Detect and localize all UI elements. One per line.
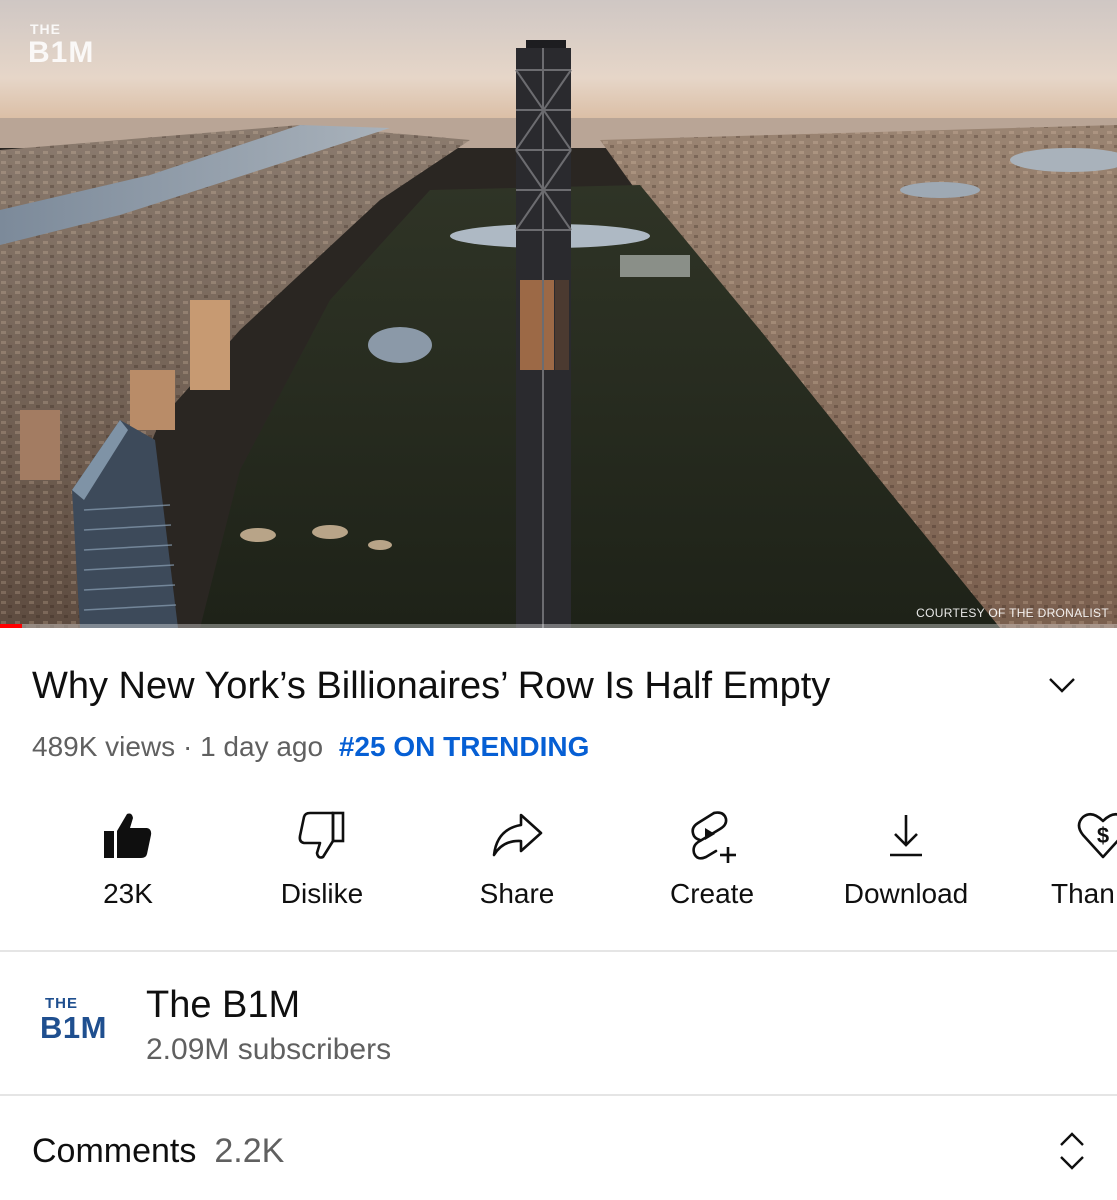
- create-label: Create: [669, 878, 755, 909]
- like-count: 23K: [103, 878, 153, 909]
- trending-badge[interactable]: #25 ON TRENDING: [339, 731, 590, 762]
- comments-label: Comments: [32, 1132, 197, 1170]
- comments-expand-button[interactable]: [1054, 1130, 1090, 1172]
- upload-age: 1 day ago: [200, 731, 324, 762]
- channel-name[interactable]: The B1M: [146, 982, 300, 1028]
- expand-collapse-icon: [1060, 1132, 1084, 1170]
- expand-description-button[interactable]: [1045, 668, 1079, 702]
- video-player[interactable]: THE B1M COURTESY OF THE DRONALIST: [0, 0, 1117, 628]
- share-icon-wrap: [427, 805, 607, 869]
- channel-avatar[interactable]: THE B1M: [40, 996, 110, 1056]
- dislike-button[interactable]: Dislike: [232, 805, 412, 911]
- divider-bottom: [0, 1094, 1117, 1096]
- download-button[interactable]: Download: [816, 805, 996, 911]
- share-button[interactable]: Share: [427, 805, 607, 911]
- create-shorts-icon: [691, 811, 736, 863]
- avatar-b1m-text: B1M: [40, 1010, 107, 1045]
- watermark-b1m-text: B1M: [28, 36, 95, 69]
- comments-header[interactable]: Comments 2.2K: [32, 1130, 284, 1172]
- view-count: 489K views: [32, 731, 176, 762]
- download-label: Download: [843, 878, 969, 909]
- share-label: Share: [479, 878, 555, 909]
- like-icon-wrap: [38, 805, 218, 869]
- download-icon-wrap: [816, 805, 996, 869]
- chevron-down-icon: [1049, 678, 1075, 693]
- courtesy-caption: COURTESY OF THE DRONALIST: [916, 606, 1109, 620]
- dislike-icon-wrap: [232, 805, 412, 869]
- comments-count: 2.2K: [214, 1132, 285, 1170]
- video-title[interactable]: Why New York’s Billionaires’ Row Is Half…: [32, 663, 1012, 709]
- thumbs-up-filled-icon: [104, 813, 152, 858]
- thanks-button[interactable]: $ Than: [1011, 805, 1117, 911]
- like-button[interactable]: 23K: [38, 805, 218, 911]
- video-progress-bar[interactable]: [0, 624, 1117, 628]
- svg-text:$: $: [1097, 823, 1109, 848]
- channel-watermark: THE B1M: [28, 22, 94, 68]
- create-button[interactable]: Create: [622, 805, 802, 911]
- create-icon-wrap: [622, 805, 802, 869]
- video-meta[interactable]: 489K views · 1 day ago #25 ON TRENDING: [32, 729, 589, 765]
- thumbs-down-outline-icon: [298, 811, 345, 859]
- meta-separator: ·: [182, 731, 193, 762]
- subscriber-count: 2.09M subscribers: [146, 1033, 392, 1066]
- download-icon: [890, 815, 922, 857]
- share-arrow-icon: [492, 813, 543, 857]
- video-progress-fill: [0, 624, 23, 628]
- action-row: 23K Dislike Share Create Download $ Than: [0, 805, 1117, 925]
- thanks-label: Than: [1051, 878, 1115, 909]
- video-frame-image: [0, 0, 1117, 628]
- divider-top: [0, 950, 1117, 952]
- dislike-label: Dislike: [280, 878, 364, 909]
- avatar-the-text: THE: [45, 995, 78, 1012]
- thanks-icon-wrap: $: [1011, 805, 1117, 869]
- heart-dollar-icon: $: [1077, 812, 1117, 859]
- watermark-the-text: THE: [30, 21, 61, 37]
